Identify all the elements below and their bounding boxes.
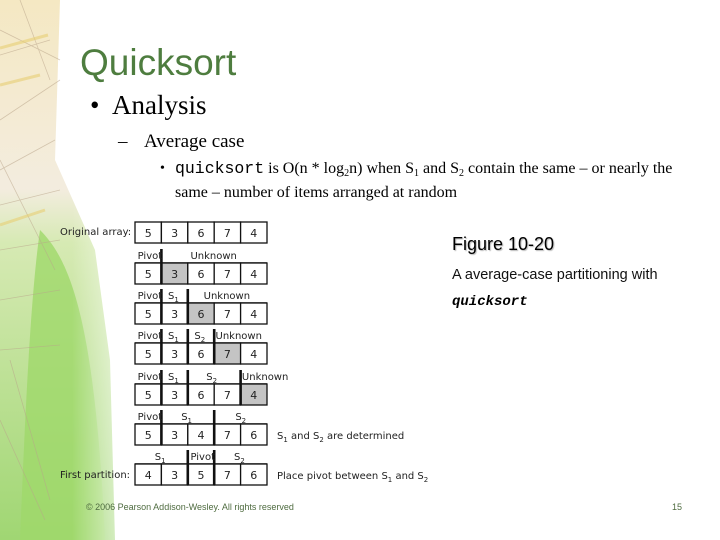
page-number: 15	[672, 502, 683, 512]
region-label: S1​	[168, 372, 179, 385]
array-cell-value: 4	[250, 348, 257, 361]
array-cell-value: 5	[145, 268, 152, 281]
array-cell-value: 3	[171, 308, 178, 321]
region-label: S1​	[168, 291, 179, 304]
array-cell-value: 7	[224, 389, 231, 402]
region-label: Unknown	[216, 331, 262, 342]
array-cell-value: 3	[171, 429, 178, 442]
footer-copyright: © 2006 Pearson Addison-Wesley. All right…	[86, 502, 294, 512]
array-cell-value: 4	[250, 308, 257, 321]
region-label: S1​	[181, 412, 192, 425]
row-note: Place pivot between S1​ and S2​	[277, 471, 428, 484]
region-label: S1​	[168, 331, 179, 344]
figure-caption-code: quicksort	[452, 294, 528, 310]
bullet-level-3-text: quicksort is O(n * log2n) when S1 and S2…	[160, 157, 680, 205]
array-cell-value: 7	[224, 429, 231, 442]
array-row: 5 3 6 7 4 Pivot S1​ S2​ Unknown	[134, 329, 268, 365]
region-label: Unknown	[242, 372, 288, 383]
figure-caption-text: A average-case partitioning with	[452, 267, 658, 283]
array-cell-value: 7	[224, 348, 231, 361]
region-label: Pivot	[138, 372, 163, 383]
array-cell-value: 3	[171, 348, 178, 361]
region-label: S2​	[234, 452, 245, 465]
text-fragment: is O(n * log	[264, 160, 345, 177]
region-label: Pivot	[138, 412, 163, 423]
array-row: 5 3 6 7 4	[134, 221, 268, 244]
bullet-level-2-text: Average case	[144, 131, 245, 152]
array-cell-value: 5	[145, 348, 152, 361]
region-label: S2​	[206, 372, 217, 385]
array-cell-value: 5	[198, 469, 205, 482]
array-cell-value: 5	[145, 308, 152, 321]
slide-title: Quicksort	[80, 42, 237, 83]
array-cell-value: 5	[145, 429, 152, 442]
array-cell-value: 7	[224, 268, 231, 281]
array-cell-value: 6	[250, 469, 257, 482]
array-row: 5 3 6 7 4 Pivot S1​ Unknown	[134, 289, 268, 325]
array-cell-value: 3	[171, 469, 178, 482]
region-label: Pivot	[138, 331, 163, 342]
array-cell-value: 3	[171, 268, 178, 281]
bullet-level-2: – Average case	[118, 131, 244, 153]
array-cell-value: 4	[250, 268, 257, 281]
bullet-level-1-text: Analysis	[112, 90, 207, 120]
figure-caption-title: Figure 10-20	[452, 234, 555, 254]
array-cell-value: 4	[145, 469, 152, 482]
array-cell-value: 4	[250, 389, 257, 402]
array-cell-value: 6	[198, 227, 205, 240]
region-label: Pivot	[138, 251, 163, 262]
region-label: Unknown	[190, 251, 236, 262]
text-fragment: n) when S	[349, 160, 415, 177]
region-label: Pivot	[190, 452, 215, 463]
array-cell-value: 6	[198, 389, 205, 402]
row-note: S1​ and S2​ are determined	[277, 431, 404, 444]
bullet-level-3: • quicksort is O(n * log2n) when S1 and …	[160, 157, 680, 205]
array-cell-value: 5	[145, 227, 152, 240]
array-row: 43576S1​PivotS2​Place pivot between S1​ …	[134, 450, 428, 486]
dash-icon: –	[118, 131, 128, 152]
array-cell-value: 4	[250, 227, 257, 240]
array-row: 5 3 4 7 6 Pivot S1​ S2​ S1​ and S2​ are determin…	[134, 410, 404, 446]
region-label: S2​	[194, 331, 205, 344]
array-cell-value: 3	[171, 389, 178, 402]
array-cell-value: 6	[250, 429, 257, 442]
bullet-icon: •	[90, 90, 100, 120]
array-cell-value: 3	[171, 227, 178, 240]
label-first-partition: First partition:	[60, 470, 130, 481]
region-label: Pivot	[138, 291, 163, 302]
region-label: S2​	[235, 412, 246, 425]
array-cell-value: 6	[198, 348, 205, 361]
array-cell-value: 6	[198, 268, 205, 281]
text-fragment: and S	[419, 160, 460, 177]
label-original-array: Original array:	[60, 227, 131, 238]
code-quicksort: quicksort	[175, 159, 265, 178]
array-cell-value: 5	[145, 389, 152, 402]
bullet-level-1: • Analysis	[90, 90, 207, 121]
array-row: 5 3 6 7 4 Pivot S1​ S2​ Unknown	[134, 370, 288, 406]
array-row: 5 3 6 7 4 Pivot Unknown	[134, 249, 268, 285]
region-label: Unknown	[204, 291, 250, 302]
small-bullet-icon: •	[160, 161, 165, 176]
array-cell-value: 6	[198, 308, 205, 321]
array-cell-value: 7	[224, 308, 231, 321]
array-cell-value: 4	[198, 429, 205, 442]
array-cell-value: 7	[224, 227, 231, 240]
array-cell-value: 7	[224, 469, 231, 482]
